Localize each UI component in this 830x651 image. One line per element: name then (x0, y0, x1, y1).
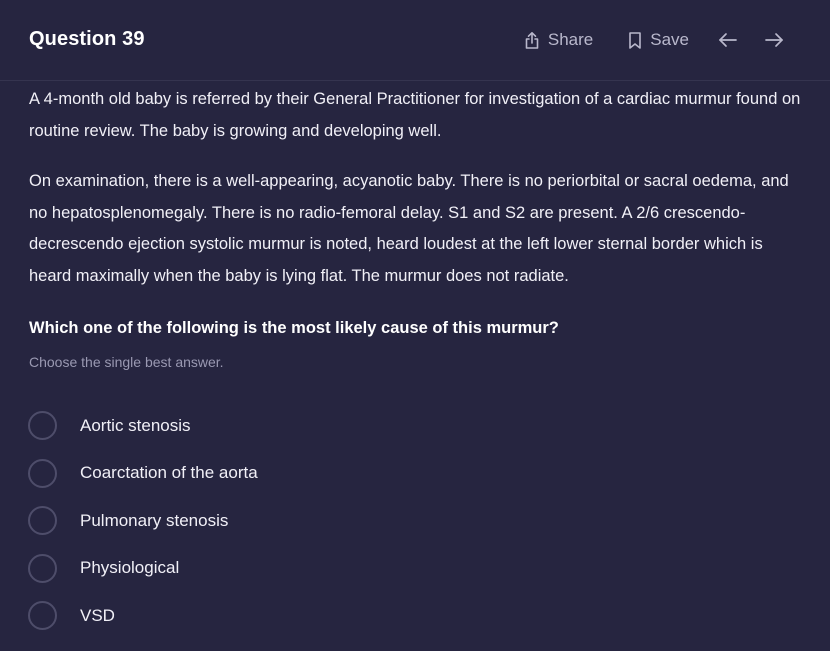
save-button[interactable]: Save (627, 30, 689, 50)
option-physiological[interactable]: Physiological (28, 552, 258, 585)
radio-button[interactable] (28, 458, 57, 488)
question-header: Question 39 Share Save (0, 0, 830, 81)
next-question-button[interactable] (764, 31, 784, 49)
radio-button[interactable] (28, 411, 57, 440)
save-label: Save (650, 30, 689, 49)
radio-button[interactable] (28, 506, 57, 535)
option-label: Aortic stenosis (80, 415, 191, 435)
radio-button[interactable] (28, 601, 57, 630)
option-label: VSD (80, 605, 115, 625)
answer-options: Aortic stenosis Coarctation of the aorta… (28, 409, 258, 647)
question-stem: A 4-month old baby is referred by their … (29, 84, 809, 292)
header-actions: Share Save (523, 28, 784, 52)
previous-question-button[interactable] (718, 31, 738, 49)
share-icon (523, 31, 541, 50)
radio-button[interactable] (28, 553, 57, 583)
share-label: Share (547, 30, 594, 49)
option-label: Coarctation of the aorta (80, 463, 258, 482)
option-vsd[interactable]: VSD (28, 599, 258, 632)
arrow-left-icon (718, 31, 738, 49)
share-button[interactable]: Share (523, 30, 593, 50)
answer-hint: Choose the single best answer. (29, 354, 224, 370)
option-label: Physiological (80, 558, 180, 577)
option-label: Pulmonary stenosis (80, 510, 229, 530)
stem-paragraph-1: A 4-month old baby is referred by their … (29, 90, 801, 140)
option-aortic-stenosis[interactable]: Aortic stenosis (28, 409, 258, 442)
option-coarctation-of-the-aorta[interactable]: Coarctation of the aorta (28, 457, 258, 490)
question-prompt: Which one of the following is the most l… (29, 319, 559, 337)
option-pulmonary-stenosis[interactable]: Pulmonary stenosis (28, 504, 258, 537)
bookmark-icon (627, 31, 643, 50)
question-title: Question 39 (29, 28, 145, 50)
arrow-right-icon (764, 31, 784, 49)
stem-paragraph-2: On examination, there is a well-appearin… (29, 172, 789, 285)
